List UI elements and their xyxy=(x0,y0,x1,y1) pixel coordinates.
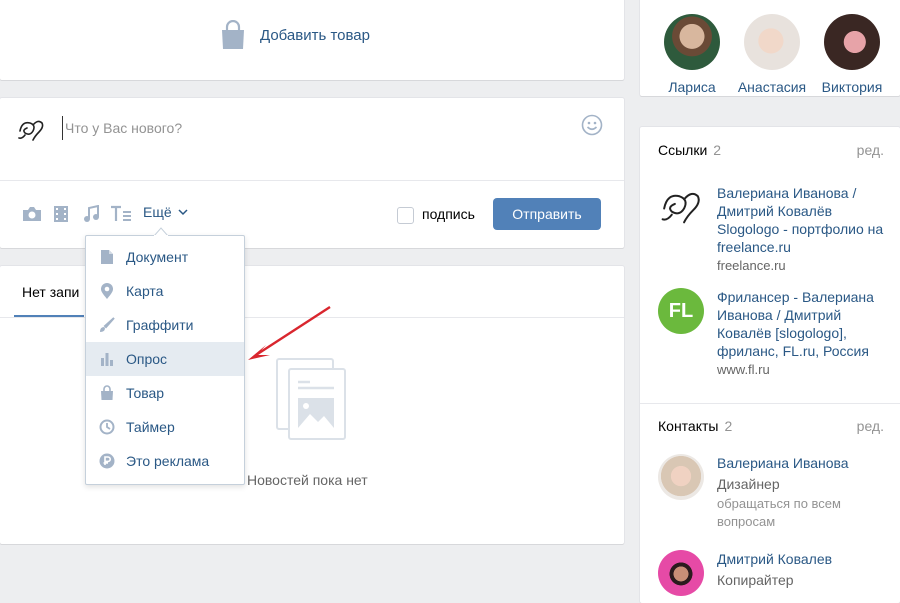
menu-item-label: Опрос xyxy=(126,351,168,367)
contacts-count: 2 xyxy=(724,418,733,434)
friend-name: Виктория xyxy=(821,79,883,95)
contacts-header[interactable]: Контакты 2 xyxy=(658,418,732,434)
more-label: Ещё xyxy=(143,204,172,220)
dropdown-arrow xyxy=(154,227,168,236)
friend-item[interactable]: Лариса xyxy=(652,14,732,95)
poll-icon xyxy=(86,352,126,366)
empty-feed-icon xyxy=(276,358,348,442)
post-composer: Ещё подпись Отправить xyxy=(0,98,624,248)
send-button[interactable]: Отправить xyxy=(493,198,601,230)
link-body: Валериана Иванова / Дмитрий Ковалёв Slog… xyxy=(717,184,893,275)
user-avatar[interactable] xyxy=(16,115,46,145)
menu-item-document[interactable]: Документ xyxy=(86,240,244,274)
friends-card: Лариса Анастасия Виктория xyxy=(640,0,900,96)
contact-name[interactable]: Валериана Иванова xyxy=(717,454,893,472)
divider xyxy=(640,403,900,404)
contact-role: Копирайтер xyxy=(717,572,794,588)
menu-item-label: Граффити xyxy=(126,317,194,333)
menu-item-graffiti[interactable]: Граффити xyxy=(86,308,244,342)
contact-body: Дмитрий Ковалев Копирайтер xyxy=(717,550,893,589)
signature-label[interactable]: подпись xyxy=(422,206,475,222)
avatar xyxy=(824,14,880,70)
link-body: Фрилансер - Валериана Иванова / Дмитрий … xyxy=(717,288,893,379)
contact-body: Валериана Иванова Дизайнер обращаться по… xyxy=(717,454,893,531)
annotation-arrow xyxy=(244,305,334,363)
document-icon xyxy=(86,249,126,265)
friend-name: Лариса xyxy=(668,79,716,95)
links-count: 2 xyxy=(713,142,722,158)
menu-item-product[interactable]: Товар xyxy=(86,376,244,410)
link-logo xyxy=(658,184,704,230)
avatar xyxy=(744,14,800,70)
menu-item-label: Товар xyxy=(126,385,165,401)
empty-feed-text: Новостей пока нет xyxy=(247,472,368,488)
menu-item-ad[interactable]: Это реклама xyxy=(86,444,244,478)
contact-note: обращаться по всем вопросам xyxy=(717,496,841,529)
link-title[interactable]: Валериана Иванова / Дмитрий Ковалёв Slog… xyxy=(717,184,893,256)
friend-item[interactable]: Виктория xyxy=(812,14,892,95)
post-toolbar: Ещё подпись Отправить xyxy=(0,198,624,230)
avatar xyxy=(658,550,704,596)
post-input[interactable] xyxy=(62,116,567,140)
link-domain: www.fl.ru xyxy=(717,362,770,377)
post-input-row xyxy=(0,98,624,181)
add-product-label: Добавить товар xyxy=(260,26,370,44)
friend-name: Анастасия xyxy=(737,79,807,95)
fl-logo: FL xyxy=(658,288,704,334)
more-attachments-button[interactable]: Ещё xyxy=(143,204,188,220)
map-pin-icon xyxy=(86,282,126,300)
signature-checkbox[interactable] xyxy=(397,207,414,224)
contacts-title: Контакты xyxy=(658,418,719,434)
video-icon[interactable] xyxy=(53,205,69,223)
add-product-button[interactable]: Добавить товар xyxy=(220,20,370,50)
menu-item-label: Таймер xyxy=(126,419,175,435)
add-product-card: Добавить товар xyxy=(0,0,624,80)
link-title[interactable]: Фрилансер - Валериана Иванова / Дмитрий … xyxy=(717,288,893,360)
links-header[interactable]: Ссылки 2 xyxy=(658,142,721,158)
article-icon[interactable] xyxy=(110,205,132,223)
attachments-dropdown: Документ Карта Граффити Опрос Товар Тайм… xyxy=(85,235,245,485)
links-title: Ссылки xyxy=(658,142,708,158)
emoji-icon[interactable] xyxy=(581,114,603,136)
menu-item-timer[interactable]: Таймер xyxy=(86,410,244,444)
contacts-edit-link[interactable]: ред. xyxy=(857,418,884,434)
camera-icon[interactable] xyxy=(22,205,42,223)
fl-logo-text: FL xyxy=(668,299,694,322)
menu-item-poll[interactable]: Опрос xyxy=(86,342,244,376)
link-domain: freelance.ru xyxy=(717,258,786,273)
music-icon[interactable] xyxy=(82,205,100,223)
links-edit-link[interactable]: ред. xyxy=(857,142,884,158)
menu-item-map[interactable]: Карта xyxy=(86,274,244,308)
friend-item[interactable]: Анастасия xyxy=(732,14,812,95)
menu-item-label: Это реклама xyxy=(126,453,210,469)
menu-item-label: Документ xyxy=(126,249,189,265)
shopping-bag-icon xyxy=(86,385,126,401)
contact-role: Дизайнер xyxy=(717,476,780,492)
ad-badge-icon xyxy=(86,453,126,469)
chevron-down-icon xyxy=(178,208,188,216)
avatar xyxy=(658,454,704,500)
wall-tab[interactable]: Нет запи xyxy=(22,284,79,300)
brush-icon xyxy=(86,317,126,333)
menu-item-label: Карта xyxy=(126,283,164,299)
contact-name[interactable]: Дмитрий Ковалев xyxy=(717,550,893,568)
avatar xyxy=(664,14,720,70)
shopping-bag-icon xyxy=(220,20,246,50)
clock-icon xyxy=(86,419,126,435)
links-contacts-card: Ссылки 2 ред. Валериана Иванова / Дмитрий… xyxy=(640,127,900,603)
